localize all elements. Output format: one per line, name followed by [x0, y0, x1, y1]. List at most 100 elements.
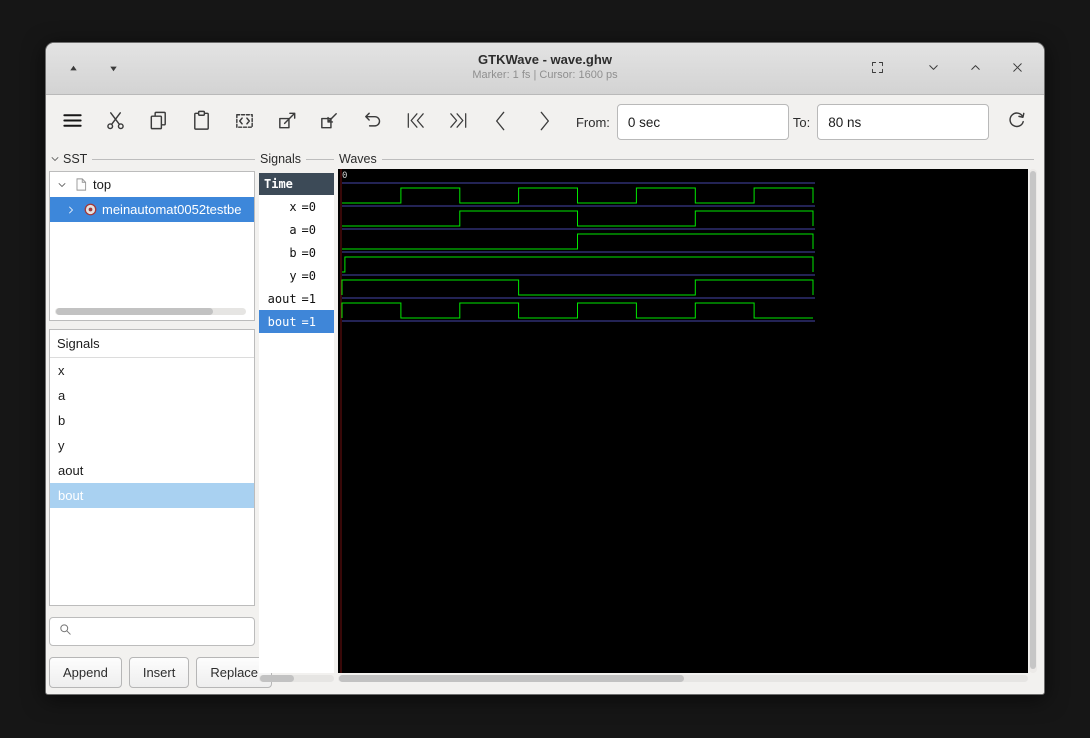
expander-down-icon[interactable] — [56, 179, 68, 191]
tree-hscrollbar[interactable] — [55, 308, 246, 315]
waves-vscrollbar[interactable] — [1029, 169, 1037, 673]
reload-button[interactable] — [1001, 105, 1031, 139]
triangle-down-icon — [108, 62, 119, 77]
expander-down-icon[interactable] — [49, 153, 61, 165]
window-shade-button[interactable] — [920, 56, 946, 82]
sst-splitter[interactable] — [255, 169, 259, 683]
chevron-right-icon — [531, 108, 557, 137]
list-item[interactable]: b — [50, 408, 254, 433]
pane-up-button[interactable] — [60, 56, 86, 82]
chevron-left-icon — [488, 108, 514, 137]
close-button[interactable] — [1004, 56, 1030, 82]
zoom-fit-icon — [233, 109, 256, 135]
value-row[interactable]: aout =1 — [259, 287, 334, 310]
waves-hscrollbar[interactable] — [338, 675, 1028, 682]
value-row[interactable]: x =0 — [259, 195, 334, 218]
insert-button[interactable]: Insert — [128, 657, 190, 688]
signal-name: y — [289, 268, 297, 283]
skip-to-start-icon — [404, 109, 427, 135]
tree-hscrollbar-thumb[interactable] — [56, 308, 213, 315]
next-edge-button[interactable] — [529, 105, 559, 139]
zoom-fit-button[interactable] — [229, 105, 259, 139]
toolbar: From: To: — [46, 95, 1044, 149]
skip-to-end-icon — [447, 109, 470, 135]
waveform-traces: 0 — [340, 169, 815, 673]
hamburger-icon — [61, 109, 84, 135]
close-icon — [1010, 60, 1025, 78]
svg-text:0: 0 — [342, 171, 347, 181]
expander-right-icon[interactable] — [65, 204, 77, 216]
list-item[interactable]: x — [50, 358, 254, 383]
chevron-up-icon — [968, 60, 983, 78]
corner-brackets-icon — [870, 60, 885, 78]
triangle-up-icon — [68, 62, 79, 77]
pane-down-button[interactable] — [100, 56, 126, 82]
chevron-down-icon — [926, 60, 941, 78]
tree-item-label: meinautomat0052testbe — [102, 202, 242, 217]
undo-button[interactable] — [358, 105, 388, 139]
copy-button[interactable] — [144, 105, 174, 139]
tree-item-top[interactable]: top — [50, 172, 254, 197]
to-label: To: — [792, 114, 811, 130]
value-row[interactable]: y =0 — [259, 264, 334, 287]
file-icon — [74, 177, 89, 192]
value-row[interactable]: b =0 — [259, 241, 334, 264]
values-hscrollbar-thumb[interactable] — [260, 675, 294, 682]
search-input[interactable] — [73, 618, 261, 645]
go-to-start-button[interactable] — [401, 105, 431, 139]
signal-search — [49, 617, 261, 646]
zoom-out-button[interactable] — [315, 105, 345, 139]
desktop: { "window": { "title": "GTKWave - wave.g… — [0, 0, 1090, 738]
zoom-in-button[interactable] — [272, 105, 302, 139]
value-row-selected[interactable]: bout =1 — [259, 310, 334, 333]
list-item[interactable]: a — [50, 383, 254, 408]
signal-value: =1 — [301, 291, 316, 306]
value-row[interactable]: a =0 — [259, 218, 334, 241]
cut-button[interactable] — [101, 105, 131, 139]
signal-value: =1 — [301, 314, 316, 329]
signal-name: a — [289, 222, 297, 237]
zoom-out-icon — [318, 109, 341, 135]
to-input[interactable] — [817, 104, 990, 140]
values-panel: Time x =0 a =0 b =0 y =0 aout =1 bout =1 — [259, 173, 334, 673]
sst-label: SST — [63, 152, 88, 166]
values-hscrollbar[interactable] — [259, 675, 334, 682]
signals-list-header: Signals — [50, 330, 254, 358]
list-item-selected[interactable]: bout — [50, 483, 254, 508]
tile-window-button[interactable] — [864, 56, 890, 82]
tree-item-testbench[interactable]: meinautomat0052testbe — [50, 197, 254, 222]
from-input[interactable] — [616, 104, 789, 140]
window-unshade-button[interactable] — [962, 56, 988, 82]
waves-hscrollbar-thumb[interactable] — [339, 675, 684, 682]
prev-edge-button[interactable] — [486, 105, 516, 139]
titlebar[interactable]: GTKWave - wave.ghw Marker: 1 fs | Cursor… — [46, 43, 1044, 95]
reload-icon — [1005, 109, 1028, 135]
go-to-end-button[interactable] — [443, 105, 473, 139]
tree-item-label: top — [93, 177, 112, 192]
waves-panel-label: Waves — [339, 152, 377, 166]
menu-button[interactable] — [58, 105, 88, 139]
waves-vscrollbar-thumb[interactable] — [1030, 171, 1036, 669]
signal-value: =0 — [301, 268, 316, 283]
from-label: From: — [575, 114, 610, 130]
wave-canvas[interactable]: 0 — [338, 169, 1028, 673]
append-button[interactable]: Append — [49, 657, 122, 688]
clipboard-icon — [190, 109, 213, 135]
waves-frame-label: Waves — [339, 151, 1034, 167]
module-icon — [83, 202, 98, 217]
signals-panel-label: Signals — [260, 152, 301, 166]
list-item[interactable]: y — [50, 433, 254, 458]
scissors-icon — [104, 109, 127, 135]
signal-name: aout — [267, 291, 297, 306]
signal-value: =0 — [301, 199, 316, 214]
signal-name: bout — [267, 314, 297, 329]
signals-frame-label: Signals — [260, 151, 334, 167]
signal-value: =0 — [301, 245, 316, 260]
signal-name: b — [289, 245, 297, 260]
sst-tree: top meinautomat0052testbe — [49, 171, 255, 321]
paste-button[interactable] — [186, 105, 216, 139]
sst-frame-label: SST — [49, 151, 255, 167]
signal-name: x — [289, 199, 297, 214]
signal-value: =0 — [301, 222, 316, 237]
list-item[interactable]: aout — [50, 458, 254, 483]
